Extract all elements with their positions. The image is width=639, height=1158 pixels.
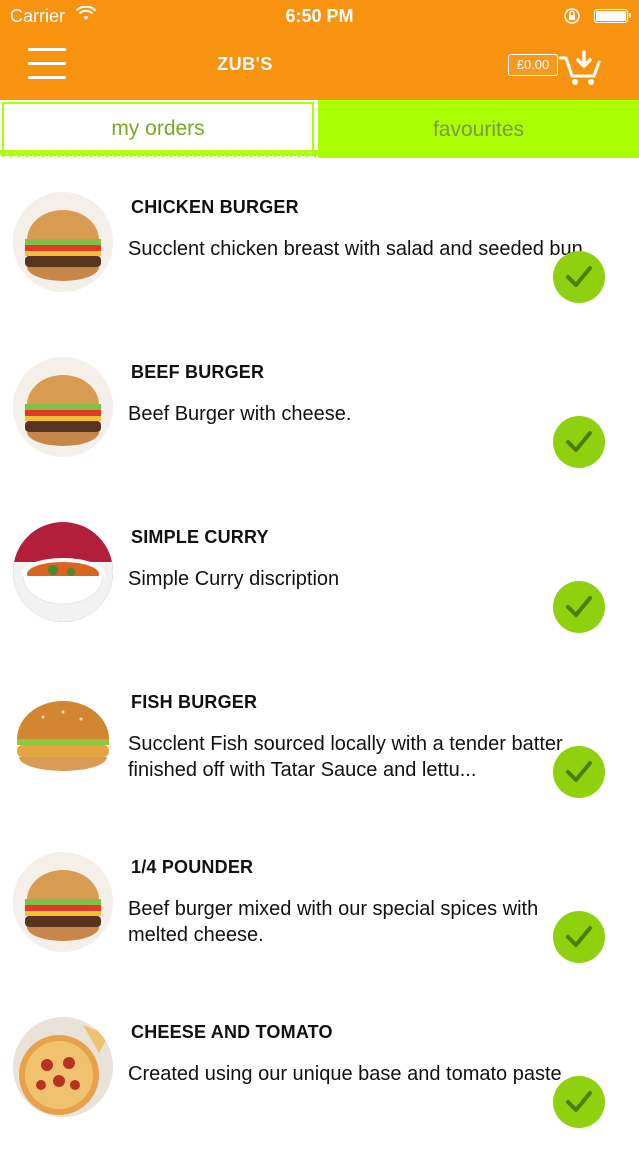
pizza-image (13, 1017, 113, 1117)
list-item[interactable]: CHICKEN BURGER Succlent chicken breast w… (0, 168, 639, 333)
checkmark-icon (566, 266, 592, 287)
rotation-lock-icon (563, 7, 581, 30)
burger-image (13, 852, 113, 952)
checkmark-icon (566, 431, 592, 452)
list-item[interactable]: 1/4 POUNDER Beef burger mixed with our s… (0, 828, 639, 993)
list-item[interactable]: BEEF BURGER Beef Burger with cheese. (0, 333, 639, 498)
item-title: 1/4 POUNDER (131, 857, 254, 877)
menu-button[interactable] (28, 48, 66, 80)
tab-my-orders[interactable]: my orders (2, 102, 314, 156)
item-title: CHICKEN BURGER (131, 197, 299, 217)
check-button[interactable] (553, 746, 605, 798)
zigzag-divider (0, 150, 639, 158)
fish-burger-image (13, 687, 113, 787)
list-item[interactable]: CHEESE AND TOMATO Created using our uniq… (0, 993, 639, 1158)
cart-total: £0.00 (508, 54, 558, 76)
curry-image (13, 522, 113, 622)
item-title: FISH BURGER (131, 692, 258, 712)
item-description: Beef Burger with cheese. (128, 403, 352, 425)
status-bar: Carrier 6:50 PM (0, 0, 639, 34)
item-description: Simple Curry discription (128, 568, 340, 590)
item-description: Beef burger mixed with our special spice… (128, 898, 539, 946)
check-button[interactable] (553, 416, 605, 468)
burger-image (13, 357, 113, 457)
app-title: ZUB'S (217, 54, 273, 74)
hamburger-icon (28, 48, 66, 51)
item-description: Succlent Fish sourced locally with a ten… (128, 733, 563, 781)
cart-icon (558, 50, 601, 85)
list-item[interactable]: FISH BURGER Succlent Fish sourced locall… (0, 663, 639, 828)
item-description: Created using our unique base and tomato… (128, 1063, 562, 1085)
header-bar: Carrier 6:50 PM ZUB'S £0.00 (0, 0, 639, 100)
checkmark-icon (566, 596, 592, 617)
checkmark-icon (566, 761, 592, 782)
check-button[interactable] (553, 1076, 605, 1128)
check-button[interactable] (553, 581, 605, 633)
item-title: SIMPLE CURRY (131, 527, 269, 547)
burger-image (13, 192, 113, 292)
clock: 6:50 PM (285, 6, 354, 26)
item-title: BEEF BURGER (131, 362, 265, 382)
battery-icon (594, 9, 631, 23)
item-title: CHEESE AND TOMATO (131, 1022, 333, 1042)
list-item[interactable]: SIMPLE CURRY Simple Curry discription (0, 498, 639, 663)
check-button[interactable] (553, 911, 605, 963)
checkmark-icon (566, 1091, 592, 1112)
check-button[interactable] (553, 251, 605, 303)
checkmark-icon (566, 926, 592, 947)
item-description: Succlent chicken breast with salad and s… (128, 238, 589, 260)
